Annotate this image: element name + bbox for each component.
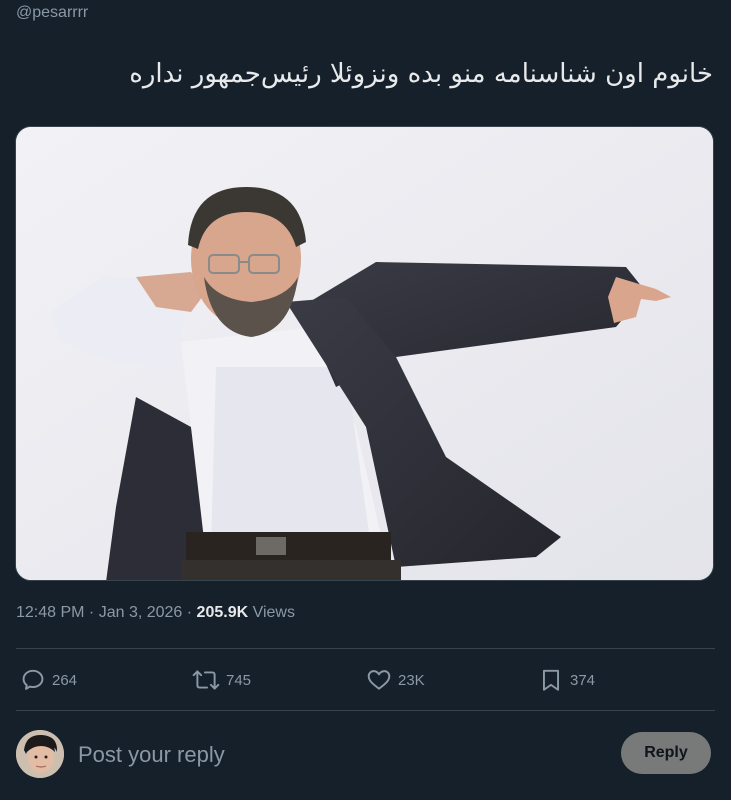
- man-in-suit-photo: [16, 127, 713, 580]
- tweet-detail-page: @pesarrrr خانوم اون شناسنامه منو بده ونز…: [0, 0, 731, 800]
- action-bar: 264 745 23K 374: [0, 662, 731, 698]
- reply-composer: Post your reply Reply: [0, 722, 731, 790]
- tweet-time[interactable]: 12:48 PM: [16, 604, 84, 621]
- tweet-media-image[interactable]: [15, 126, 714, 581]
- tweet-meta: 12:48 PM · Jan 3, 2026 · 205.9K Views: [16, 604, 295, 622]
- avatar[interactable]: [16, 730, 64, 778]
- reply-input[interactable]: Post your reply: [78, 742, 225, 768]
- heart-icon: [367, 670, 391, 690]
- author-handle[interactable]: @pesarrrr: [16, 4, 88, 22]
- bookmark-icon: [542, 669, 560, 691]
- bookmark-action[interactable]: 374: [538, 662, 595, 698]
- retweet-count: 745: [226, 671, 252, 689]
- tweet-date[interactable]: Jan 3, 2026: [99, 604, 183, 621]
- divider: [16, 648, 715, 649]
- user-avatar-image: [16, 730, 64, 778]
- reply-button[interactable]: Reply: [621, 732, 711, 774]
- views-count: 205.9K: [196, 604, 249, 621]
- like-action[interactable]: 23K: [366, 662, 425, 698]
- retweet-action[interactable]: 745: [192, 662, 251, 698]
- retweet-icon: [192, 670, 220, 690]
- bookmark-count: 374: [570, 671, 596, 689]
- reply-action[interactable]: 264: [20, 662, 77, 698]
- tweet-text: خانوم اون شناسنامه منو بده ونزوئلا رئیس‌…: [129, 59, 713, 89]
- reply-count: 264: [52, 671, 78, 689]
- speech-bubble-icon: [22, 669, 44, 690]
- views-label: Views: [248, 604, 295, 621]
- meta-separator: ·: [84, 604, 99, 621]
- like-count: 23K: [398, 671, 425, 689]
- divider: [16, 710, 715, 711]
- meta-separator: ·: [182, 604, 197, 621]
